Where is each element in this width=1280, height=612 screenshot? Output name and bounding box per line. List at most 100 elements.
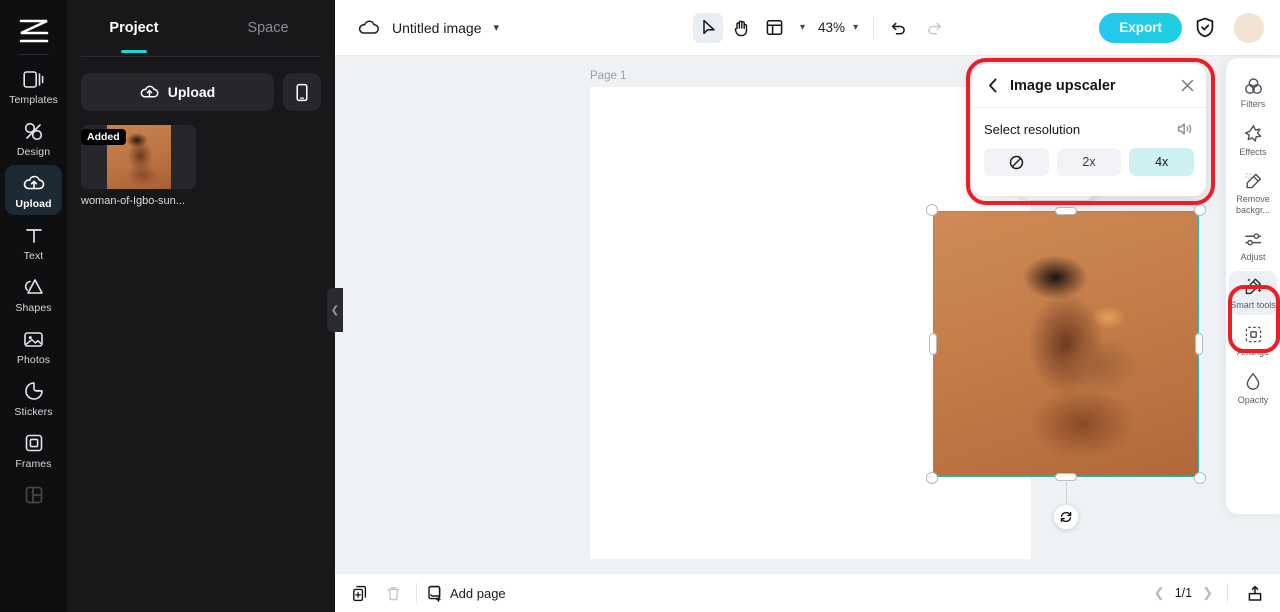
magic-wand-icon bbox=[1243, 277, 1263, 297]
sidebar-item-frames[interactable]: Frames bbox=[5, 425, 62, 475]
resolution-option-2x[interactable]: 2x bbox=[1056, 148, 1122, 176]
asset-thumbnail[interactable]: Added bbox=[81, 125, 196, 189]
resize-handle-right[interactable] bbox=[1195, 333, 1203, 355]
rotate-handle[interactable] bbox=[1053, 504, 1079, 530]
opacity-drop-icon bbox=[1243, 372, 1263, 392]
upload-from-phone-button[interactable] bbox=[283, 73, 321, 111]
speaker-volume-icon[interactable] bbox=[1176, 120, 1194, 138]
layout-grid-icon bbox=[23, 484, 45, 506]
adjust-sliders-icon bbox=[1243, 229, 1263, 249]
frames-icon bbox=[23, 432, 45, 454]
right-tool-remove-background[interactable]: Remove backgr... bbox=[1229, 165, 1277, 220]
sidebar-item-upload[interactable]: Upload bbox=[5, 165, 62, 215]
sidebar-item-shapes[interactable]: Shapes bbox=[5, 269, 62, 319]
cloud-save-icon[interactable] bbox=[358, 17, 380, 39]
tab-space[interactable]: Space bbox=[201, 0, 335, 56]
resolution-section-header: Select resolution bbox=[972, 108, 1206, 138]
export-button[interactable]: Export bbox=[1099, 12, 1182, 43]
sidebar-item-layout[interactable] bbox=[5, 477, 62, 515]
export-local-button[interactable] bbox=[1242, 580, 1268, 606]
duplicate-page-button[interactable] bbox=[347, 580, 373, 606]
undo-button[interactable] bbox=[883, 13, 913, 43]
resize-handle-top[interactable] bbox=[1055, 207, 1077, 215]
chevron-down-icon[interactable]: ▾ bbox=[494, 21, 500, 34]
sidebar-item-design[interactable]: Design bbox=[5, 113, 62, 163]
arrange-icon bbox=[1243, 324, 1263, 344]
hand-icon bbox=[733, 19, 750, 37]
resize-handle-top-right[interactable] bbox=[1194, 204, 1206, 216]
next-page-button[interactable]: ❯ bbox=[1202, 585, 1213, 601]
sidebar-item-text[interactable]: Text bbox=[5, 217, 62, 267]
canvas-page[interactable] bbox=[590, 87, 1206, 559]
page-label: Page 1 bbox=[590, 70, 627, 82]
remove-background-icon bbox=[1243, 171, 1263, 191]
text-icon bbox=[23, 224, 45, 246]
selected-image-object[interactable] bbox=[926, 204, 1206, 530]
portrait-image bbox=[933, 211, 1199, 477]
layout-tool-button[interactable] bbox=[759, 13, 789, 43]
cursor-arrow-icon bbox=[701, 19, 716, 36]
right-tool-adjust[interactable]: Adjust bbox=[1229, 223, 1277, 268]
zoom-level-value: 43% bbox=[818, 20, 846, 35]
list-item[interactable]: Added woman-of-Igbo-sun... bbox=[81, 125, 196, 207]
capcut-logo-icon[interactable] bbox=[14, 16, 54, 46]
page-navigation: ❮ 1/1 ❯ bbox=[1154, 580, 1280, 606]
bottom-toolbar: Add page ❮ 1/1 ❯ bbox=[335, 573, 1280, 612]
right-tool-smart-tools[interactable]: Smart tools bbox=[1229, 270, 1277, 315]
hand-tool-button[interactable] bbox=[726, 13, 756, 43]
zoom-control[interactable]: 43% ▾ bbox=[814, 20, 858, 35]
sidebar-item-label: Frames bbox=[15, 458, 52, 470]
tab-project[interactable]: Project bbox=[67, 0, 201, 56]
resolution-option-4x[interactable]: 4x bbox=[1129, 148, 1195, 176]
upload-button-label: Upload bbox=[167, 84, 216, 100]
right-tool-filters[interactable]: Filters bbox=[1229, 70, 1277, 115]
resize-handle-top-left[interactable] bbox=[926, 204, 938, 216]
resize-handle-bottom-right[interactable] bbox=[1194, 472, 1206, 484]
close-icon[interactable] bbox=[1181, 79, 1194, 92]
resolution-options: 2x 4x bbox=[972, 138, 1206, 176]
resize-handle-bottom-left[interactable] bbox=[926, 472, 938, 484]
asset-list: Added woman-of-Igbo-sun... bbox=[67, 111, 335, 207]
right-tool-arrange[interactable]: Arrange bbox=[1229, 318, 1277, 363]
zoom-chevron-down-icon[interactable]: ▾ bbox=[853, 22, 858, 33]
right-tool-label: Adjust bbox=[1240, 252, 1266, 262]
photos-icon bbox=[23, 328, 45, 350]
shield-check-icon[interactable] bbox=[1194, 17, 1216, 39]
right-tool-opacity[interactable]: Opacity bbox=[1229, 366, 1277, 411]
redo-button[interactable] bbox=[919, 13, 949, 43]
right-tool-effects[interactable]: Effects bbox=[1229, 118, 1277, 163]
right-tool-label: Smart tools bbox=[1230, 299, 1276, 310]
duplicate-page-icon bbox=[352, 585, 368, 602]
design-icon bbox=[23, 120, 45, 142]
project-assets-panel: Project Space Upload Added woman-of-Igbo… bbox=[67, 0, 335, 612]
delete-page-button[interactable] bbox=[380, 580, 406, 606]
bottom-separator bbox=[416, 583, 417, 603]
resolution-option-none[interactable] bbox=[984, 148, 1049, 176]
avatar[interactable] bbox=[1234, 12, 1264, 43]
asset-filename: woman-of-Igbo-sun... bbox=[81, 195, 185, 207]
layout-chevron-down-icon[interactable]: ▾ bbox=[800, 22, 805, 33]
prev-page-button[interactable]: ❮ bbox=[1154, 585, 1165, 601]
history-controls bbox=[883, 13, 949, 43]
sidebar-item-label: Upload bbox=[15, 198, 52, 210]
add-page-icon bbox=[427, 585, 443, 602]
chevron-left-icon: ❮ bbox=[330, 304, 340, 316]
back-chevron-left-icon[interactable] bbox=[984, 77, 1002, 95]
page-title: Image upscaler bbox=[1010, 77, 1116, 94]
panel-collapse-handle[interactable]: ❮ bbox=[327, 288, 343, 332]
sidebar-item-templates[interactable]: Templates bbox=[5, 61, 62, 111]
upload-button[interactable]: Upload bbox=[81, 73, 274, 111]
document-title[interactable]: Untitled image bbox=[392, 20, 482, 36]
sidebar-item-label: Text bbox=[23, 250, 44, 262]
right-tool-label: Filters bbox=[1240, 99, 1266, 109]
right-tool-label: Remove backgr... bbox=[1235, 194, 1271, 215]
add-page-button[interactable]: Add page bbox=[427, 585, 506, 602]
toolbar-separator bbox=[873, 17, 875, 38]
sidebar-item-photos[interactable]: Photos bbox=[5, 321, 62, 371]
select-tool-button[interactable] bbox=[693, 12, 723, 43]
top-toolbar: Untitled image ▾ ▾ 43% ▾ Export bbox=[335, 0, 1280, 56]
redo-arrow-icon bbox=[926, 20, 943, 35]
sidebar-item-stickers[interactable]: Stickers bbox=[5, 373, 62, 423]
resize-handle-left[interactable] bbox=[929, 333, 937, 355]
rotate-connector bbox=[1066, 480, 1067, 504]
